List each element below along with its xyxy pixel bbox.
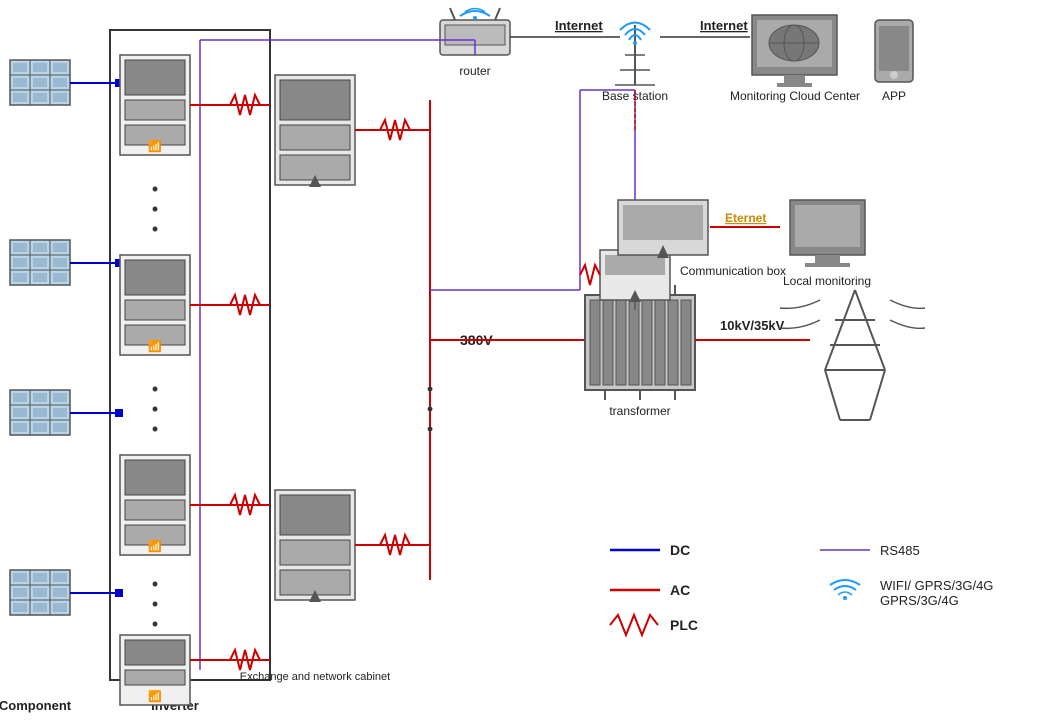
svg-text:📶: 📶 (148, 340, 162, 353)
internet1-label: Internet (555, 18, 603, 33)
legend-ac: AC (670, 582, 690, 598)
svg-text:•: • (427, 399, 433, 419)
svg-text:•: • (152, 199, 158, 219)
svg-text:📶: 📶 (148, 140, 162, 153)
svg-text:•: • (152, 574, 158, 594)
exchange-cabinet-label: Exchange and network cabinet (240, 671, 390, 683)
svg-text:•: • (152, 179, 158, 199)
svg-text:•: • (152, 614, 158, 634)
svg-text:•: • (427, 419, 433, 439)
svg-text:•: • (152, 219, 158, 239)
svg-text:📶: 📶 (148, 690, 162, 703)
internet2-label: Internet (700, 18, 748, 33)
svg-text:•: • (152, 594, 158, 614)
legend-plc: PLC (670, 617, 698, 633)
router-label: router (459, 64, 490, 78)
svg-text:•: • (152, 419, 158, 439)
monitoring-cloud-label: Monitoring Cloud Center (730, 89, 860, 103)
legend-rs485: RS485 (880, 543, 920, 558)
svg-text:📶: 📶 (148, 540, 162, 553)
hv-label: 10kV/35kV (720, 318, 785, 333)
svg-text:•: • (427, 379, 433, 399)
svg-text:GPRS/3G/4G: GPRS/3G/4G (880, 593, 959, 608)
app-label: APP (882, 89, 906, 103)
comm-box-label: Communication box (680, 264, 786, 278)
local-monitoring-label: Local monitoring (783, 274, 871, 288)
legend-dc: DC (670, 542, 690, 558)
legend-wifi: WIFI/ GPRS/3G/4G (880, 578, 993, 593)
svg-text:•: • (152, 379, 158, 399)
eternet-label: Eternet (725, 211, 766, 225)
transformer-label: transformer (609, 404, 670, 418)
svg-text:•: • (152, 399, 158, 419)
component-label: Component (0, 698, 72, 713)
